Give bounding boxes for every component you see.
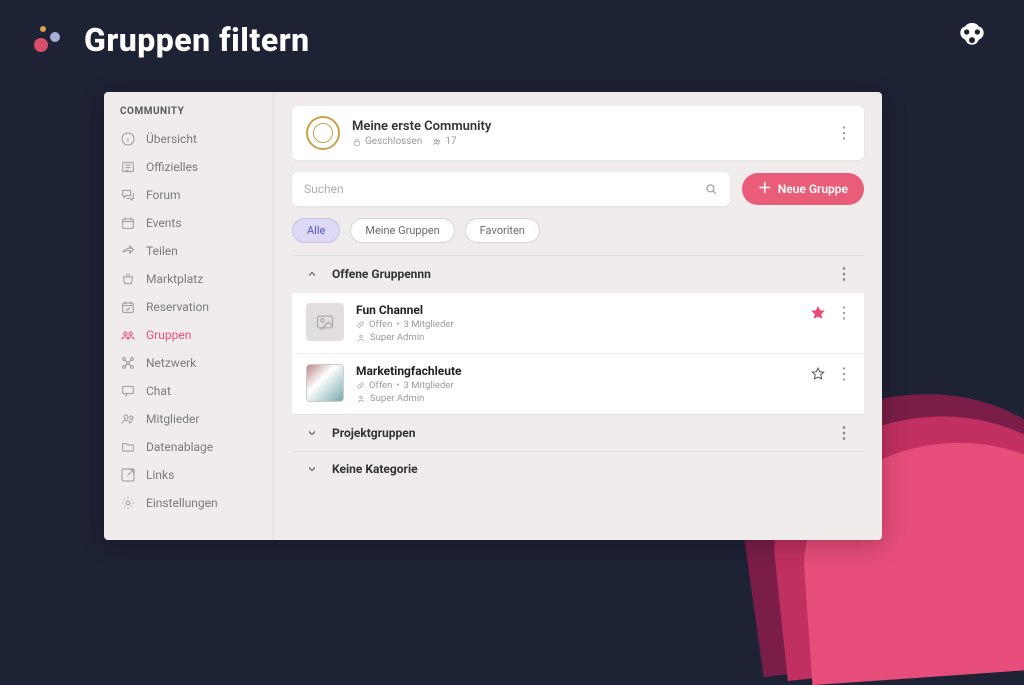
new-group-button[interactable]: ＋ Neue Gruppe (742, 173, 864, 205)
sidebar-item-label: Mitglieder (146, 412, 199, 426)
sidebar-item-label: Einstellungen (146, 496, 218, 510)
group-thumbnail (306, 303, 344, 341)
community-title: Meine erste Community (352, 119, 824, 134)
sidebar-item-links[interactable]: Links (104, 461, 273, 489)
favorite-star-button[interactable] (810, 305, 826, 321)
sidebar-item-label: Teilen (146, 244, 178, 258)
network-icon (120, 355, 136, 371)
sidebar-item-label: Netzwerk (146, 356, 196, 370)
group-menu-button[interactable]: ⋮ (836, 366, 850, 382)
calendar-icon (120, 215, 136, 231)
sidebar-item-label: Offizielles (146, 160, 198, 174)
chevron-down-icon (306, 463, 318, 475)
sidebar-item-events[interactable]: Events (104, 209, 273, 237)
main: Meine erste Community Geschlossen 17 ⋮ (274, 92, 882, 540)
chevron-down-icon (306, 427, 318, 439)
group-item[interactable]: Marketingfachleute Offen•3 Mitglieder Su… (292, 353, 864, 414)
sidebar-item-reservation[interactable]: Reservation (104, 293, 273, 321)
section-head-projektgruppen[interactable]: Projektgruppen⋮ (292, 414, 864, 451)
sidebar-item-übersicht[interactable]: Übersicht (104, 125, 273, 153)
sidebar-item-chat[interactable]: Chat (104, 377, 273, 405)
calendar-check-icon (120, 299, 136, 315)
section-menu-button[interactable]: ⋮ (836, 266, 850, 282)
plus-icon: ＋ (758, 182, 772, 196)
group-sections: Offene Gruppennn⋮ Fun Channel Offen•3 Mi… (292, 255, 864, 486)
sidebar-item-label: Datenablage (146, 440, 213, 454)
sidebar-item-offizielles[interactable]: Offizielles (104, 153, 273, 181)
sidebar-item-label: Übersicht (146, 132, 197, 146)
sidebar-item-label: Chat (146, 384, 171, 398)
community-avatar-icon (306, 116, 340, 150)
community-menu-button[interactable]: ⋮ (836, 125, 850, 141)
forum-icon (120, 187, 136, 203)
group-menu-button[interactable]: ⋮ (836, 305, 850, 321)
share-icon (120, 243, 136, 259)
group-thumbnail (306, 364, 344, 402)
groups-icon (120, 327, 136, 343)
sidebar-item-label: Links (146, 468, 174, 482)
chat-icon (120, 383, 136, 399)
group-item[interactable]: Fun Channel Offen•3 Mitglieder Super Adm… (292, 292, 864, 353)
sidebar-item-label: Forum (146, 188, 181, 202)
link-icon (120, 467, 136, 483)
sidebar-item-mitglieder[interactable]: Mitglieder (104, 405, 273, 433)
community-status: Geschlossen (352, 136, 422, 147)
sidebar-item-gruppen[interactable]: Gruppen (104, 321, 273, 349)
section-menu-button[interactable]: ⋮ (836, 425, 850, 441)
sidebar: COMMUNITY Übersicht Offizielles Forum Event… (104, 92, 274, 540)
search-icon (704, 182, 718, 196)
group-owner: Super Admin (356, 393, 798, 404)
sidebar-item-einstellungen[interactable]: Einstellungen (104, 489, 273, 517)
group-meta: Offen•3 Mitglieder (356, 319, 798, 330)
logo-dots-icon (32, 26, 60, 54)
brand-logo-icon (952, 18, 992, 62)
info-icon (120, 131, 136, 147)
filter-chips: Alle Meine Gruppen Favoriten (292, 218, 864, 243)
basket-icon (120, 271, 136, 287)
group-meta: Offen•3 Mitglieder (356, 380, 798, 391)
group-title: Marketingfachleute (356, 364, 798, 378)
sidebar-item-teilen[interactable]: Teilen (104, 237, 273, 265)
search-input[interactable] (304, 182, 704, 196)
sidebar-item-forum[interactable]: Forum (104, 181, 273, 209)
section-head-offene-gruppennn[interactable]: Offene Gruppennn⋮ (292, 255, 864, 292)
filter-chip-alle[interactable]: Alle (292, 218, 340, 243)
gear-icon (120, 495, 136, 511)
favorite-star-button[interactable] (810, 366, 826, 382)
sidebar-title: COMMUNITY (104, 106, 273, 125)
app-window: COMMUNITY Übersicht Offizielles Forum Event… (104, 92, 882, 540)
filter-chip-favoriten[interactable]: Favoriten (465, 218, 540, 243)
section-head-keine-kategorie[interactable]: Keine Kategorie (292, 451, 864, 486)
filter-chip-meine-gruppen[interactable]: Meine Gruppen (350, 218, 454, 243)
group-title: Fun Channel (356, 303, 798, 317)
folder-icon (120, 439, 136, 455)
page-headline: Gruppen filtern (84, 21, 310, 59)
community-member-count: 17 (432, 136, 456, 147)
news-icon (120, 159, 136, 175)
sidebar-item-label: Events (146, 216, 182, 230)
sidebar-item-datenablage[interactable]: Datenablage (104, 433, 273, 461)
members-icon (432, 137, 442, 147)
search-box[interactable] (292, 172, 730, 206)
sidebar-item-marktplatz[interactable]: Marktplatz (104, 265, 273, 293)
sidebar-item-label: Marktplatz (146, 272, 203, 286)
members-icon (120, 411, 136, 427)
community-header-card: Meine erste Community Geschlossen 17 ⋮ (292, 106, 864, 160)
sidebar-item-netzwerk[interactable]: Netzwerk (104, 349, 273, 377)
chevron-up-icon (306, 268, 318, 280)
sidebar-item-label: Gruppen (146, 328, 191, 342)
sidebar-item-label: Reservation (146, 300, 209, 314)
lock-icon (352, 137, 362, 147)
group-owner: Super Admin (356, 332, 798, 343)
